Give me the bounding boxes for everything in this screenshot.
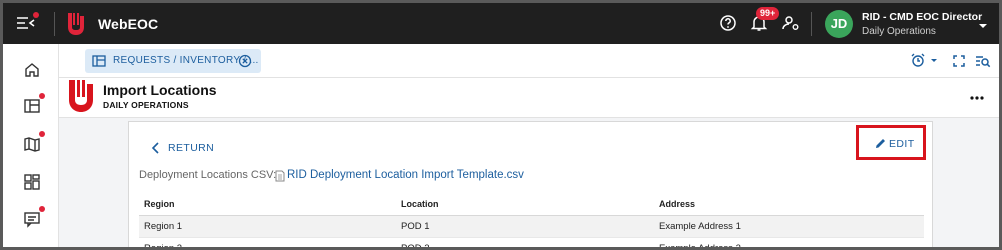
more-options-icon[interactable] [970,90,984,100]
board-icon [92,54,106,68]
divider [54,12,55,36]
alarm-icon[interactable] [909,53,943,69]
app-title: WebEOC [98,16,159,32]
expand-icon[interactable] [952,53,966,69]
table-header-row: Region Location Address [139,193,924,216]
webeoc-logo-icon [68,13,84,35]
column-header-region[interactable]: Region [139,193,396,216]
top-bar: WebEOC 99+ JD RID - CMD EOC Director Dai… [3,3,999,44]
csv-download-link[interactable]: RID Deployment Location Import Template.… [275,169,524,182]
map-icon[interactable] [23,131,45,153]
notification-dot [39,131,45,137]
user-position[interactable]: Daily Operations [862,26,936,37]
app-window: WebEOC 99+ JD RID - CMD EOC Director Dai… [0,0,1002,250]
close-icon[interactable] [238,54,252,68]
chevron-down-icon[interactable] [978,18,988,28]
tab-label: REQUESTS / INVENTORY / ... [113,55,259,66]
cell-address: Example Address 1 [654,215,924,238]
tab-strip: REQUESTS / INVENTORY / ... [59,44,999,78]
page-header: Import Locations DAILY OPERATIONS [59,78,999,118]
left-nav [3,44,59,247]
chat-icon[interactable] [23,206,45,228]
edit-button[interactable]: EDIT [856,125,926,160]
notification-dot [39,206,45,212]
page-subtitle: DAILY OPERATIONS [103,100,189,110]
cell-location: POD 1 [396,215,654,238]
divider [811,12,812,36]
tab-requests-inventory[interactable]: REQUESTS / INVENTORY / ... [85,49,261,73]
column-header-location[interactable]: Location [396,193,654,216]
return-label: RETURN [168,142,215,154]
board-icon[interactable] [23,93,45,115]
csv-link-text: RID Deployment Location Import Template.… [287,169,524,181]
locations-table: Region Location Address Region 1 POD 1 E… [139,193,924,247]
notifications-badge: 99+ [756,7,780,20]
cell-region: Region 1 [139,215,396,238]
page-title: Import Locations [103,82,217,98]
search-list-icon[interactable] [975,53,991,69]
cell-address: Example Address 2 [654,237,924,247]
avatar[interactable]: JD [825,10,853,38]
user-gear-icon[interactable] [781,13,801,33]
cell-location: POD 2 [396,237,654,247]
notification-dot [39,93,45,99]
import-card: RETURN EDIT Deployment Locations CSV: RI… [128,121,933,247]
menu-collapse-icon[interactable] [15,12,39,32]
help-circle-icon[interactable] [718,13,738,33]
column-header-address[interactable]: Address [654,193,924,216]
notification-dot [33,12,39,18]
home-icon[interactable] [23,61,41,79]
table-row[interactable]: Region 1 POD 1 Example Address 1 [139,215,924,238]
table-row[interactable]: Region 2 POD 2 Example Address 2 [139,237,924,247]
csv-label: Deployment Locations CSV: [139,169,277,181]
edit-label: EDIT [889,138,915,150]
cell-region: Region 2 [139,237,396,247]
user-name[interactable]: RID - CMD EOC Director [862,11,982,23]
dashboard-icon[interactable] [23,173,41,191]
webeoc-logo-icon [69,80,93,112]
